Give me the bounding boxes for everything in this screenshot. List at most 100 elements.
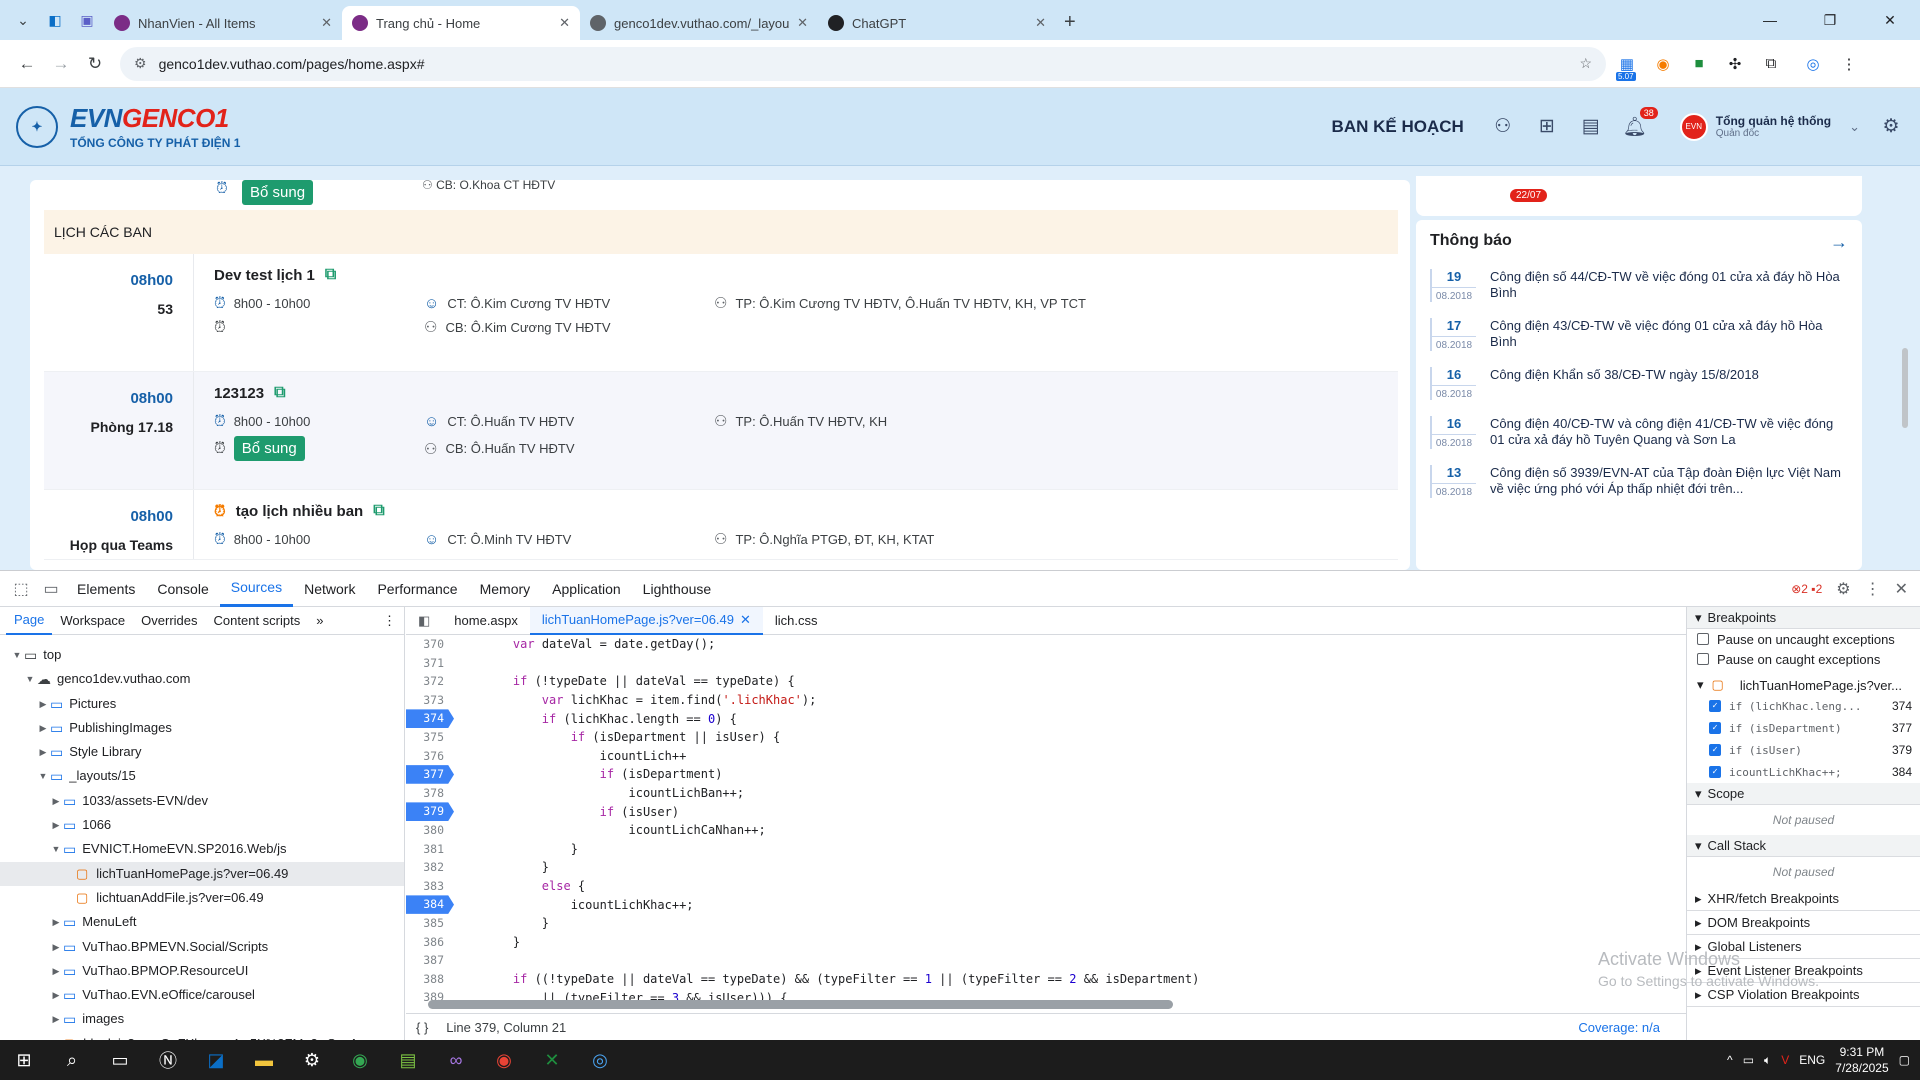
code-line[interactable]: 378 icountLichBan++; bbox=[406, 784, 1686, 803]
breakpoint-item[interactable]: ✓ icountLichKhac++; 384 bbox=[1687, 761, 1920, 783]
browser-menu-icon[interactable]: ⋮ bbox=[1834, 49, 1864, 79]
call-stack-section-header[interactable]: ▾ Call Stack bbox=[1687, 835, 1920, 857]
notion-icon[interactable]: Ⓝ bbox=[144, 1040, 192, 1080]
code-line[interactable]: 373 var lichKhac = item.find('.lichKhac'… bbox=[406, 691, 1686, 710]
tree-toggle-icon[interactable]: ▶ bbox=[49, 935, 63, 959]
notifications-icon[interactable]: ▢ bbox=[1899, 1053, 1910, 1067]
breakpoint-marker[interactable]: 374 bbox=[406, 709, 454, 728]
tree-node[interactable]: ▢ lichtuanAddFile.js?ver=06.49 bbox=[0, 886, 404, 910]
tree-node[interactable]: ▶ ▭ VuThao.BPMEVN.Social/Scripts bbox=[0, 935, 404, 959]
breakpoint-marker[interactable]: 377 bbox=[406, 765, 454, 784]
start-icon[interactable]: ⊞ bbox=[0, 1040, 48, 1080]
code-line[interactable]: 379 if (isUser) bbox=[406, 802, 1686, 821]
user-menu[interactable]: EVN Tổng quản hệ thống Quản đốc ⌄ bbox=[1679, 112, 1860, 141]
devtools-settings-icon[interactable]: ⚙ bbox=[1836, 579, 1850, 599]
notepad-icon[interactable]: ▤ bbox=[384, 1040, 432, 1080]
file-tab[interactable]: lichTuanHomePage.js?ver=06.49 ✕ bbox=[529, 606, 763, 635]
checkbox-checked-icon[interactable]: ✓ bbox=[1709, 700, 1721, 712]
line-number[interactable]: 378 bbox=[406, 784, 454, 803]
browser-tab[interactable]: ChatGPT ✕ bbox=[818, 6, 1056, 40]
tree-node[interactable]: ▶ ▭ MenuLeft bbox=[0, 910, 404, 934]
panel-tab-memory[interactable]: Memory bbox=[469, 571, 542, 607]
back-icon[interactable]: ← bbox=[10, 47, 44, 81]
line-number[interactable]: 375 bbox=[406, 728, 454, 747]
visual-studio-icon[interactable]: ∞ bbox=[432, 1040, 480, 1080]
breakpoint-marker[interactable]: 379 bbox=[406, 802, 454, 821]
remote-desktop-icon[interactable]: ◎ bbox=[576, 1040, 624, 1080]
tree-toggle-icon[interactable]: ▶ bbox=[49, 813, 63, 837]
code-line[interactable]: 382 } bbox=[406, 858, 1686, 877]
chrome-icon[interactable]: ◉ bbox=[336, 1040, 384, 1080]
tree-node[interactable]: ▶ ▭ PublishingImages bbox=[0, 716, 404, 740]
panel-tab-performance[interactable]: Performance bbox=[366, 571, 468, 607]
app-icon[interactable]: ⚙ bbox=[288, 1040, 336, 1080]
notice-item[interactable]: 13 08.2018 Công điện số 3939/EVN-AT của Tậ… bbox=[1430, 465, 1848, 498]
site-info-icon[interactable]: ⚙ bbox=[134, 55, 147, 72]
navigator-tab[interactable]: Workspace bbox=[52, 607, 133, 635]
tab-close-icon[interactable]: ✕ bbox=[797, 15, 808, 31]
tree-node[interactable]: ▶ ▭ images bbox=[0, 1007, 404, 1031]
devtools-menu-icon[interactable]: ⋮ bbox=[1865, 579, 1881, 599]
event-title[interactable]: ⏰︎ tạo lịch nhiều ban ⧉ bbox=[214, 502, 1398, 520]
volume-icon[interactable]: 🔈︎ bbox=[1764, 1053, 1771, 1068]
sharepoint-icon[interactable]: ◧ bbox=[40, 5, 70, 35]
code-area[interactable]: 370 var dateVal = date.getDay(); 371 372 i… bbox=[406, 635, 1686, 1009]
tray-chevron-icon[interactable]: ^ bbox=[1727, 1053, 1733, 1067]
line-number[interactable]: 385 bbox=[406, 914, 454, 933]
breakpoint-file-row[interactable]: ▾ ▢ lichTuanHomePage.js?ver... bbox=[1687, 675, 1920, 695]
breakpoint-item[interactable]: ✓ if (isUser) 379 bbox=[1687, 739, 1920, 761]
navigator-tab[interactable]: Overrides bbox=[133, 607, 205, 635]
book-icon[interactable]: ▤ bbox=[1578, 115, 1604, 138]
tree-toggle-icon[interactable]: ▼ bbox=[10, 643, 24, 667]
line-number[interactable]: 386 bbox=[406, 933, 454, 952]
code-line[interactable]: 386 } bbox=[406, 933, 1686, 952]
copy-event-icon[interactable]: ⧉ bbox=[325, 266, 336, 284]
file-explorer-icon[interactable]: ▬ bbox=[240, 1040, 288, 1080]
debugger-section-header[interactable]: ▸ XHR/fetch Breakpoints bbox=[1687, 887, 1920, 911]
tree-node[interactable]: ▼ ▭ EVNICT.HomeEVN.SP2016.Web/js bbox=[0, 837, 404, 861]
copy-event-icon[interactable]: ⧉ bbox=[373, 502, 384, 520]
code-line[interactable]: 385 } bbox=[406, 914, 1686, 933]
breakpoints-section-header[interactable]: ▾ Breakpoints bbox=[1687, 607, 1920, 629]
pause-caught-checkbox[interactable]: Pause on caught exceptions bbox=[1687, 649, 1920, 669]
tab-close-icon[interactable]: ✕ bbox=[1035, 15, 1046, 31]
checkbox-checked-icon[interactable]: ✓ bbox=[1709, 766, 1721, 778]
notice-item[interactable]: 19 08.2018 Công điện số 44/CĐ-TW về việc đ… bbox=[1430, 269, 1848, 302]
minimize-icon[interactable]: — bbox=[1740, 0, 1800, 40]
pretty-print-icon[interactable]: { } bbox=[416, 1020, 428, 1035]
language-indicator[interactable]: ENG bbox=[1799, 1053, 1825, 1067]
page-scrollbar[interactable] bbox=[1902, 348, 1908, 428]
file-tab[interactable]: lich.css bbox=[763, 607, 830, 635]
inspect-icon[interactable]: ⬚ bbox=[6, 579, 36, 599]
breakpoint-item[interactable]: ✓ if (isDepartment) 377 bbox=[1687, 717, 1920, 739]
breakpoint-item[interactable]: ✓ if (lichKhac.leng... 374 bbox=[1687, 695, 1920, 717]
users-icon[interactable]: ⚇ bbox=[1490, 115, 1516, 138]
apps-grid-icon[interactable]: ⊞ bbox=[1534, 115, 1560, 138]
tree-node[interactable]: ▶ ▭ Pictures bbox=[0, 692, 404, 716]
tree-node[interactable]: ▶ ▭ VuThao.BPMOP.ResourceUI bbox=[0, 959, 404, 983]
event-title[interactable]: Dev test lịch 1 ⧉ bbox=[214, 266, 1398, 284]
code-line[interactable]: 375 if (isDepartment || isUser) { bbox=[406, 728, 1686, 747]
tree-toggle-icon[interactable]: ▶ bbox=[49, 959, 63, 983]
network-icon[interactable]: ▭ bbox=[1743, 1053, 1754, 1067]
extension-badge-icon[interactable]: ▦ 5.07 bbox=[1612, 49, 1642, 81]
tree-toggle-icon[interactable]: ▶ bbox=[36, 716, 50, 740]
device-toggle-icon[interactable]: ▭ bbox=[36, 579, 66, 599]
tab-close-icon[interactable]: ✕ bbox=[321, 15, 332, 31]
line-number[interactable]: 371 bbox=[406, 654, 454, 673]
teams-icon[interactable]: ▣ bbox=[72, 5, 102, 35]
code-line[interactable]: 388 if ((!typeDate || dateVal == typeDat… bbox=[406, 970, 1686, 989]
browser-tab[interactable]: Trang chủ - Home ✕ bbox=[342, 6, 580, 40]
tree-node[interactable]: ▼ ☁ genco1dev.vuthao.com bbox=[0, 667, 404, 691]
forward-icon[interactable]: → bbox=[44, 47, 78, 81]
debugger-section-header[interactable]: ▸ DOM Breakpoints bbox=[1687, 911, 1920, 935]
add-more-button[interactable]: Bổ sung bbox=[233, 436, 305, 461]
code-line[interactable]: 384 icountLichKhac++; bbox=[406, 895, 1686, 914]
department-name[interactable]: BAN KẾ HOẠCH bbox=[1332, 117, 1464, 137]
code-line[interactable]: 380 icountLichCaNhan++; bbox=[406, 821, 1686, 840]
line-number[interactable]: 372 bbox=[406, 672, 454, 691]
browser-tab[interactable]: NhanVien - All Items ✕ bbox=[104, 6, 342, 40]
code-line[interactable]: 387 bbox=[406, 951, 1686, 970]
toggle-navigator-icon[interactable]: ◧ bbox=[406, 613, 442, 629]
error-count[interactable]: ⊗2 ▪2 bbox=[1791, 582, 1822, 596]
